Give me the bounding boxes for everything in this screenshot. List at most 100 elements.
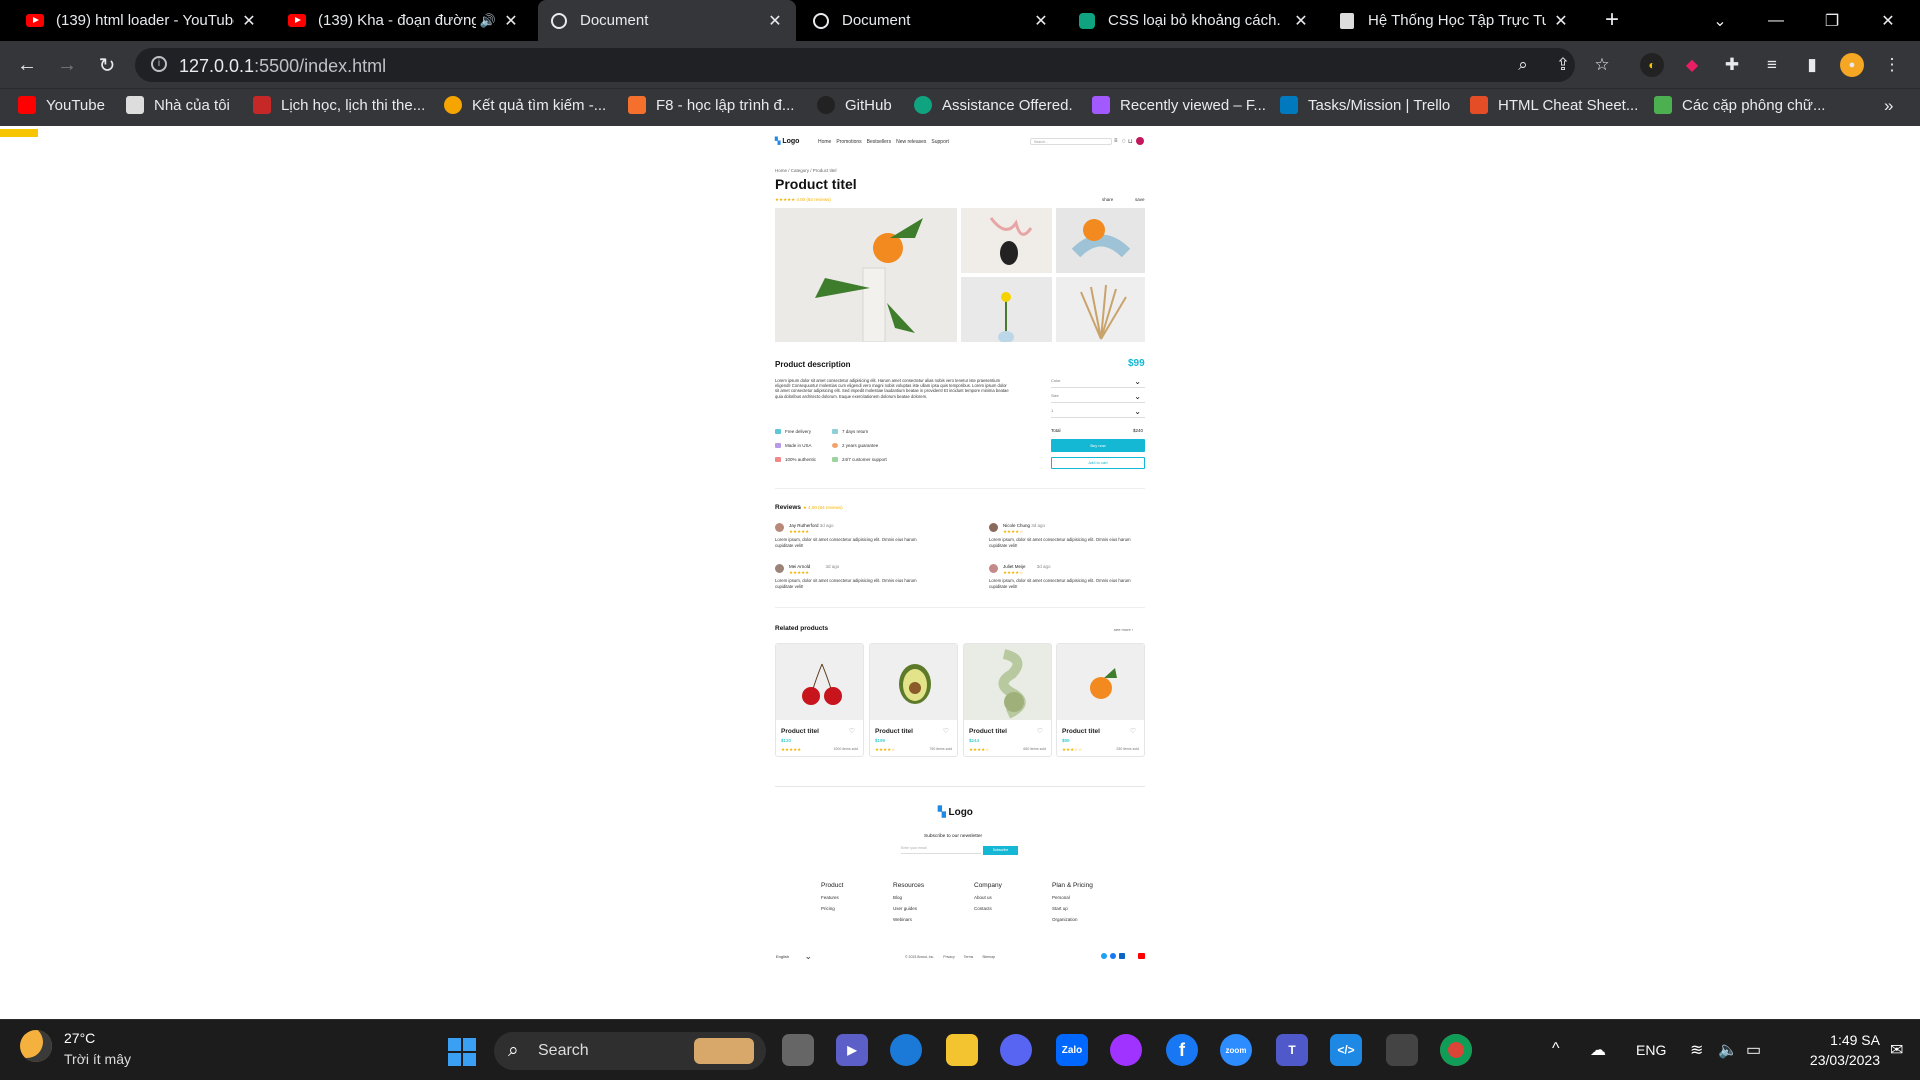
buy-now-button[interactable]: Buy now	[1051, 439, 1145, 452]
bell-icon[interactable]: ♢	[1121, 138, 1126, 145]
taskbar-search[interactable]: ⌕ Search	[494, 1032, 766, 1070]
media-icon[interactable]: ≡	[1760, 53, 1784, 77]
site-logo[interactable]: ▚ Logo	[775, 137, 799, 145]
bookmark-schedule[interactable]: Lịch học, lịch thi the...	[253, 96, 425, 114]
star-icon[interactable]: ☆	[1590, 53, 1614, 77]
weather-icon[interactable]	[20, 1030, 52, 1062]
extension-compass-icon[interactable]: ◐	[1640, 53, 1664, 77]
product-card[interactable]: Product titel ♡ $199 ★★★★☆ 750 items sol…	[869, 643, 958, 757]
weather-temp[interactable]: 27°C	[64, 1030, 95, 1046]
tab-1[interactable]: (139) html loader - YouTube ✕	[14, 0, 270, 41]
nav-promotions[interactable]: Promotions	[836, 139, 861, 145]
bookmark-fonts[interactable]: Các cặp phông chữ...	[1654, 96, 1825, 114]
chrome-icon[interactable]	[1440, 1034, 1472, 1066]
nav-new-releases[interactable]: New releases	[896, 139, 926, 145]
info-icon[interactable]: i	[151, 56, 167, 72]
speaker-icon[interactable]: 🔊	[480, 13, 496, 29]
extension-color-icon[interactable]: ◆	[1680, 53, 1704, 77]
gallery-image-orange[interactable]	[1056, 208, 1145, 273]
bookmark-home[interactable]: Nhà của tôi	[126, 96, 230, 114]
color-select[interactable]: Color ⌄	[1051, 378, 1145, 388]
bookmark-html[interactable]: HTML Cheat Sheet...	[1470, 96, 1638, 114]
more-bookmarks-icon[interactable]: »	[1884, 96, 1893, 116]
clock-date[interactable]: 23/03/2023	[1786, 1052, 1880, 1068]
tab-search-icon[interactable]: ⌄	[1692, 0, 1748, 41]
new-tab-button[interactable]: +	[1598, 6, 1626, 34]
chevron-up-icon[interactable]: ^	[1552, 1040, 1560, 1058]
nav-home[interactable]: Home	[818, 139, 831, 145]
share-button[interactable]: share	[1102, 197, 1113, 202]
save-button[interactable]: save	[1135, 197, 1145, 202]
messenger-icon[interactable]	[1110, 1034, 1142, 1066]
wifi-icon[interactable]: ≋	[1690, 1040, 1703, 1060]
size-select[interactable]: Size ⌄	[1051, 393, 1145, 403]
heart-icon[interactable]: ♡	[849, 727, 855, 735]
subscribe-button[interactable]: Subscribe	[983, 846, 1018, 855]
gallery-image-flower[interactable]	[961, 277, 1052, 342]
meet-icon[interactable]: ▶	[836, 1034, 868, 1066]
tab-2[interactable]: (139) Kha - đoạn đường 🔊 ✕	[276, 0, 532, 41]
nav-support[interactable]: Support	[931, 139, 949, 145]
close-icon[interactable]: ✕	[1032, 11, 1050, 31]
heart-icon[interactable]: ♡	[1130, 727, 1136, 735]
minimize-icon[interactable]: —	[1748, 0, 1804, 41]
bookmark-results[interactable]: Kết quả tìm kiếm -...	[444, 96, 606, 114]
bookmark-trello[interactable]: Tasks/Mission | Trello	[1280, 96, 1450, 114]
product-main-image[interactable]	[775, 208, 957, 342]
nav-bestsellers[interactable]: Bestsellers	[867, 139, 891, 145]
sidepanel-icon[interactable]: ▮	[1800, 53, 1824, 77]
product-title[interactable]: Product titel	[875, 728, 913, 735]
cart-icon[interactable]: ⊔	[1128, 138, 1133, 145]
clock-time[interactable]: 1:49 SA	[1800, 1032, 1880, 1048]
language-indicator[interactable]: ENG	[1636, 1042, 1666, 1058]
close-window-icon[interactable]: ✕	[1860, 0, 1916, 41]
tab-3-active[interactable]: Document ✕	[538, 0, 796, 41]
quantity-select[interactable]: 1 ⌄	[1051, 408, 1145, 418]
product-card[interactable]: Product titel ♡ $244 ★★★★☆ 650 items sol…	[963, 643, 1052, 757]
facebook-app-icon[interactable]: f	[1166, 1034, 1198, 1066]
product-title[interactable]: Product titel	[781, 728, 819, 735]
reload-icon[interactable]: ↻	[92, 50, 122, 80]
notification-icon[interactable]: ✉	[1890, 1040, 1903, 1060]
heart-icon[interactable]: ♡	[943, 727, 949, 735]
share-icon[interactable]: ⇪	[1551, 53, 1575, 77]
bookmark-youtube[interactable]: YouTube	[18, 96, 105, 114]
file-explorer-icon[interactable]	[946, 1034, 978, 1066]
teams-icon[interactable]: T	[1276, 1034, 1308, 1066]
user-avatar[interactable]	[1136, 137, 1144, 145]
cloud-icon[interactable]: ☁	[1590, 1040, 1606, 1060]
close-icon[interactable]: ✕	[1292, 11, 1310, 31]
url-text[interactable]: 127.0.0.1:5500/index.html	[179, 56, 386, 77]
windows-start-icon[interactable]	[446, 1036, 478, 1068]
see-more-link[interactable]: see more ›	[1114, 627, 1133, 632]
vscode-icon[interactable]: </>	[1330, 1034, 1362, 1066]
weather-desc[interactable]: Trời ít mây	[64, 1051, 131, 1067]
zoom-icon[interactable]: ⌕	[1511, 53, 1535, 77]
add-to-cart-button[interactable]: Add to cart	[1051, 457, 1145, 469]
product-title[interactable]: Product titel	[1062, 728, 1100, 735]
zoom-icon[interactable]: zoom	[1220, 1034, 1252, 1066]
search-input[interactable]: Search...	[1030, 138, 1112, 145]
edge-icon[interactable]	[890, 1034, 922, 1066]
bookmark-github[interactable]: GitHub	[817, 96, 892, 114]
volume-icon[interactable]: 🔈	[1718, 1040, 1738, 1060]
tab-5[interactable]: CSS loại bỏ khoảng cách. ✕	[1066, 0, 1322, 41]
close-icon[interactable]: ✕	[502, 11, 520, 31]
discord-icon[interactable]	[1000, 1034, 1032, 1066]
gallery-image-grass[interactable]	[1056, 277, 1145, 342]
address-bar[interactable]: i 127.0.0.1:5500/index.html ⌕ ⇪	[135, 48, 1575, 82]
zalo-icon[interactable]: Zalo	[1056, 1034, 1088, 1066]
product-title[interactable]: Product titel	[969, 728, 1007, 735]
task-view-icon[interactable]	[782, 1034, 814, 1066]
tab-6[interactable]: Hệ Thống Học Tập Trực Tuyến ✕	[1326, 0, 1582, 41]
heart-icon[interactable]: ♡	[1037, 727, 1043, 735]
tools-icon[interactable]	[1386, 1034, 1418, 1066]
bookmark-figma[interactable]: Recently viewed – F...	[1092, 96, 1266, 114]
gallery-image-coral[interactable]	[961, 208, 1052, 273]
bookmark-f8[interactable]: F8 - học lập trình đ...	[628, 96, 794, 114]
menu-icon[interactable]: ⋮	[1880, 53, 1904, 77]
email-input[interactable]: Enter your email	[901, 846, 981, 854]
product-card[interactable]: Product titel ♡ $120 ★★★★★ 1000 items so…	[775, 643, 864, 757]
product-card[interactable]: Product titel ♡ $99 ★★★☆☆ 250 items sold	[1056, 643, 1145, 757]
forward-icon[interactable]: →	[52, 50, 82, 80]
